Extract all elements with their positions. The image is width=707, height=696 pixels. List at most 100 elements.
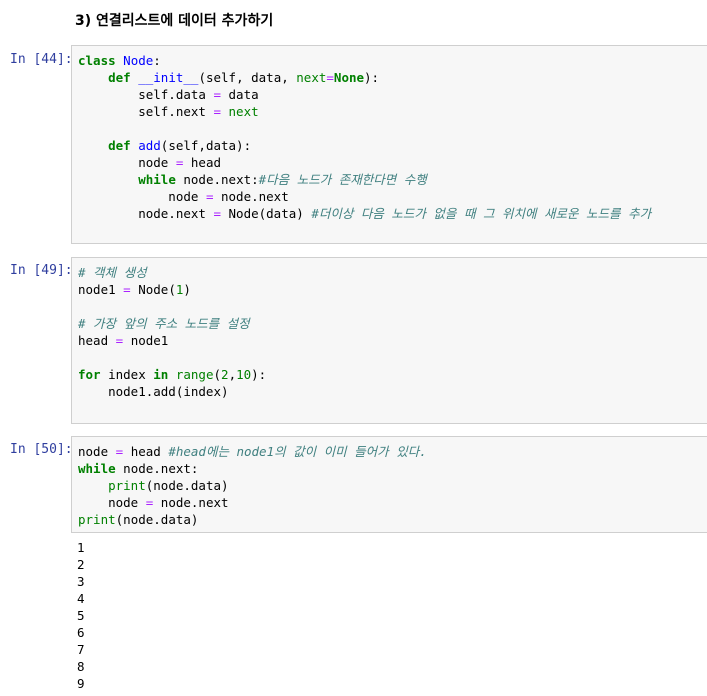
code-token: next bbox=[228, 104, 259, 119]
code-token: node bbox=[78, 155, 176, 170]
code-editor[interactable]: node = head #head에는 node1의 값이 이미 들어가 있다.… bbox=[78, 443, 707, 528]
code-token: Node bbox=[123, 53, 154, 68]
code-token: self.data bbox=[78, 87, 214, 102]
code-token: # 가장 앞의 주소 노드를 설정 bbox=[78, 316, 250, 331]
code-token: = bbox=[326, 70, 334, 85]
code-token: add bbox=[138, 138, 161, 153]
code-line: node = head bbox=[78, 154, 707, 171]
code-token: ( bbox=[213, 367, 222, 382]
code-token: = bbox=[123, 282, 131, 297]
code-line: node = head #head에는 node1의 값이 이미 들어가 있다. bbox=[78, 443, 707, 460]
output-line: 4 bbox=[77, 591, 85, 606]
code-token: head bbox=[183, 155, 222, 170]
code-cell-50[interactable]: node = head #head에는 node1의 값이 이미 들어가 있다.… bbox=[71, 436, 707, 533]
code-token: : bbox=[153, 53, 161, 68]
code-editor[interactable]: class Node: def __init__(self, data, nex… bbox=[78, 52, 707, 239]
code-token: index bbox=[100, 367, 154, 382]
cell-prompt-44: In [44]: bbox=[10, 52, 73, 67]
code-line: # 객체 생성 bbox=[78, 264, 707, 281]
code-token: # 객체 생성 bbox=[78, 265, 147, 280]
code-token: (node.data) bbox=[115, 512, 199, 527]
code-line: node = node.next bbox=[78, 188, 707, 205]
code-token: ) bbox=[183, 282, 191, 297]
output-line: 9 bbox=[77, 676, 85, 691]
code-token: ): bbox=[364, 70, 380, 85]
output-line: 6 bbox=[77, 625, 85, 640]
output-line: 1 bbox=[77, 540, 85, 555]
code-token: def bbox=[108, 70, 131, 85]
code-line: self.data = data bbox=[78, 86, 707, 103]
code-token: print bbox=[108, 478, 146, 493]
output-line: 3 bbox=[77, 574, 85, 589]
cell-prompt-49: In [49]: bbox=[10, 263, 73, 278]
code-token: 10 bbox=[236, 367, 252, 382]
code-token: node1 bbox=[123, 333, 169, 348]
code-line: def add(self,data): bbox=[78, 137, 707, 154]
code-token: while bbox=[138, 172, 176, 187]
code-token: class bbox=[78, 53, 116, 68]
code-token: node.next: bbox=[175, 172, 259, 187]
code-token: , bbox=[228, 367, 237, 382]
code-token: head bbox=[78, 333, 116, 348]
code-line: def __init__(self, data, next=None): bbox=[78, 69, 707, 86]
code-token: while bbox=[78, 461, 116, 476]
code-line: node.next = Node(data) #더이상 다음 노드가 없을 때 … bbox=[78, 205, 707, 222]
output-line: 5 bbox=[77, 608, 85, 623]
code-token: (self,data): bbox=[160, 138, 252, 153]
output-line: 2 bbox=[77, 557, 85, 572]
code-token: = bbox=[213, 206, 221, 221]
code-token: #더이상 다음 노드가 없을 때 그 위치에 새로운 노드를 추가 bbox=[311, 206, 652, 221]
code-token: node.next bbox=[213, 189, 289, 204]
code-token: #다음 노드가 존재한다면 수행 bbox=[258, 172, 427, 187]
code-line: # 가장 앞의 주소 노드를 설정 bbox=[78, 315, 707, 332]
code-token: node1 bbox=[78, 282, 124, 297]
code-editor[interactable]: # 객체 생성 node1 = Node(1) # 가장 앞의 주소 노드를 설정 h… bbox=[78, 264, 707, 417]
code-token: node.next bbox=[153, 495, 229, 510]
code-token: = bbox=[213, 87, 221, 102]
code-line: while node.next: bbox=[78, 460, 707, 477]
code-token: node.next bbox=[78, 206, 214, 221]
code-line: self.next = next bbox=[78, 103, 707, 120]
code-line: while node.next:#다음 노드가 존재한다면 수행 bbox=[78, 171, 707, 188]
code-token: range bbox=[175, 367, 214, 382]
code-line: print(node.data) bbox=[78, 477, 707, 494]
code-token: for bbox=[78, 367, 101, 382]
code-line: node1 = Node(1) bbox=[78, 281, 707, 298]
code-token: self.next bbox=[78, 104, 214, 119]
code-token: node.next: bbox=[115, 461, 199, 476]
code-token: ): bbox=[251, 367, 267, 382]
code-token: __init__ bbox=[138, 70, 199, 85]
code-token: (self, data, bbox=[198, 70, 297, 85]
code-token: Node(data) bbox=[221, 206, 312, 221]
code-token: node bbox=[78, 444, 116, 459]
code-token: data bbox=[221, 87, 259, 102]
code-line: node = node.next bbox=[78, 494, 707, 511]
code-line: for index in range(2,10): bbox=[78, 366, 707, 383]
output-line: 7 bbox=[77, 642, 85, 657]
code-token: node bbox=[78, 495, 146, 510]
output-line: 8 bbox=[77, 659, 85, 674]
code-token: node bbox=[78, 189, 206, 204]
code-token: in bbox=[153, 367, 169, 382]
code-token: node1.add(index) bbox=[78, 384, 229, 399]
code-token: (node.data) bbox=[145, 478, 229, 493]
code-line: node1.add(index) bbox=[78, 383, 707, 400]
code-token: def bbox=[108, 138, 131, 153]
code-cell-49[interactable]: # 객체 생성 node1 = Node(1) # 가장 앞의 주소 노드를 설정 h… bbox=[71, 257, 707, 424]
code-token: 2 bbox=[221, 367, 229, 382]
code-line: head = node1 bbox=[78, 332, 707, 349]
code-token: None bbox=[333, 70, 365, 85]
code-line: class Node: bbox=[78, 52, 707, 69]
code-token: next bbox=[296, 70, 327, 85]
code-cell-44[interactable]: class Node: def __init__(self, data, nex… bbox=[71, 45, 707, 244]
